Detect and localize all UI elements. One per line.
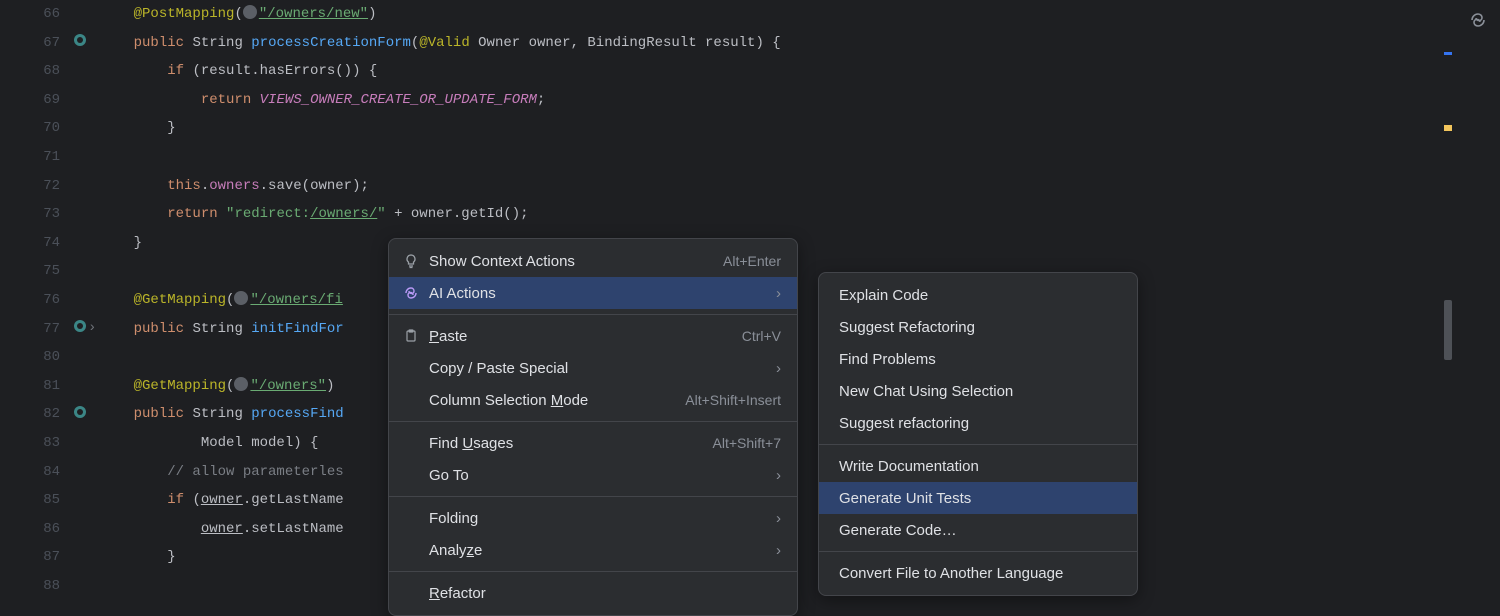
submenu-generate-code[interactable]: Generate Code… (819, 514, 1137, 546)
submenu-suggest-refactoring-2[interactable]: Suggest refactoring (819, 407, 1137, 439)
submenu-write-documentation[interactable]: Write Documentation (819, 450, 1137, 482)
right-gutter (1450, 0, 1500, 600)
submenu-new-chat[interactable]: New Chat Using Selection (819, 375, 1137, 407)
ai-assistant-icon[interactable] (1468, 10, 1488, 35)
menu-copy-paste-special[interactable]: Copy / Paste Special › (389, 352, 797, 384)
stripe-mark[interactable] (1444, 125, 1452, 131)
stripe-mark[interactable] (1444, 52, 1452, 55)
submenu-find-problems[interactable]: Find Problems (819, 343, 1137, 375)
menu-refactor[interactable]: Refactor (389, 577, 797, 609)
line-number-gutter: 66 67 68 69 70 71 72 73 74 75 76 77 80 8… (0, 0, 70, 600)
chevron-right-icon: › (776, 285, 781, 302)
chevron-right-icon: › (776, 510, 781, 527)
ai-swirl-icon (401, 285, 421, 301)
menu-folding[interactable]: Folding › (389, 502, 797, 534)
chevron-right-icon: › (776, 467, 781, 484)
context-menu: Show Context Actions Alt+Enter AI Action… (388, 238, 798, 616)
menu-ai-actions[interactable]: AI Actions › (389, 277, 797, 309)
fold-chevron-icon[interactable]: › (88, 320, 96, 336)
lightbulb-icon (401, 253, 421, 269)
clipboard-icon (401, 329, 421, 343)
submenu-suggest-refactoring[interactable]: Suggest Refactoring (819, 311, 1137, 343)
menu-separator (389, 571, 797, 572)
scrollbar-thumb[interactable] (1444, 300, 1452, 360)
menu-separator (389, 421, 797, 422)
gutter-endpoint-icon[interactable] (72, 318, 88, 334)
menu-analyze[interactable]: Analyze › (389, 534, 797, 566)
menu-goto[interactable]: Go To › (389, 459, 797, 491)
ai-actions-submenu: Explain Code Suggest Refactoring Find Pr… (818, 272, 1138, 596)
menu-separator (389, 496, 797, 497)
web-icon (234, 291, 248, 305)
menu-separator (389, 314, 797, 315)
submenu-explain-code[interactable]: Explain Code (819, 279, 1137, 311)
web-icon (243, 5, 257, 19)
menu-column-selection[interactable]: Column Selection Mode Alt+Shift+Insert (389, 384, 797, 416)
gutter-icons: › (70, 0, 100, 600)
menu-show-context-actions[interactable]: Show Context Actions Alt+Enter (389, 245, 797, 277)
menu-find-usages[interactable]: Find Usages Alt+Shift+7 (389, 427, 797, 459)
menu-separator (819, 444, 1137, 445)
web-icon (234, 377, 248, 391)
code-editor[interactable]: @PostMapping("/owners/new") public Strin… (100, 0, 1500, 600)
gutter-endpoint-icon[interactable] (72, 404, 88, 420)
chevron-right-icon: › (776, 360, 781, 377)
menu-separator (819, 551, 1137, 552)
menu-paste[interactable]: Paste Ctrl+V (389, 320, 797, 352)
submenu-generate-unit-tests[interactable]: Generate Unit Tests (819, 482, 1137, 514)
submenu-convert-file[interactable]: Convert File to Another Language (819, 557, 1137, 589)
chevron-right-icon: › (776, 542, 781, 559)
gutter-endpoint-icon[interactable] (72, 32, 88, 48)
